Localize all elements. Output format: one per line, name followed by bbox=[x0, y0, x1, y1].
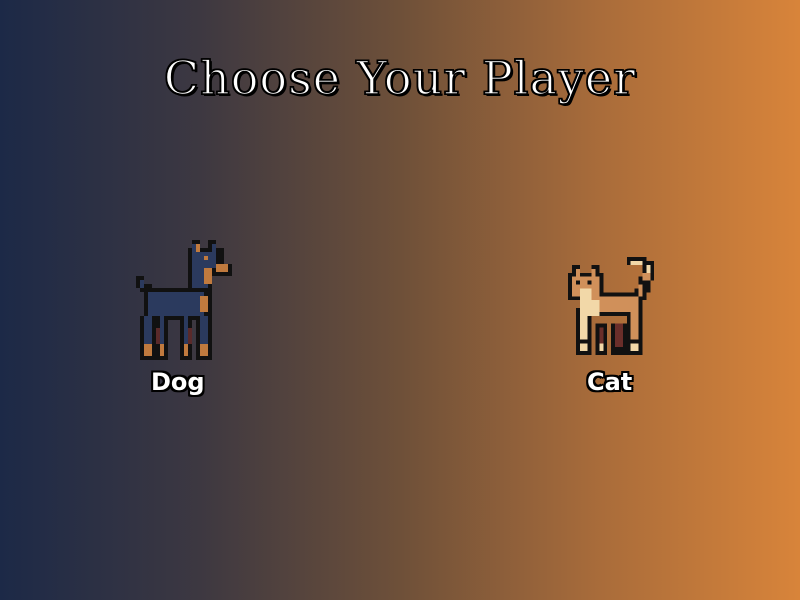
screen-title: Choose Your Player bbox=[163, 50, 637, 106]
cat-character-option[interactable] bbox=[568, 256, 662, 360]
dog-sprite-icon bbox=[136, 240, 232, 360]
cat-label[interactable]: Cat bbox=[587, 367, 632, 397]
dog-character-option[interactable] bbox=[132, 240, 236, 364]
cat-sprite-icon bbox=[568, 257, 655, 355]
dog-label[interactable]: Dog bbox=[151, 367, 205, 397]
